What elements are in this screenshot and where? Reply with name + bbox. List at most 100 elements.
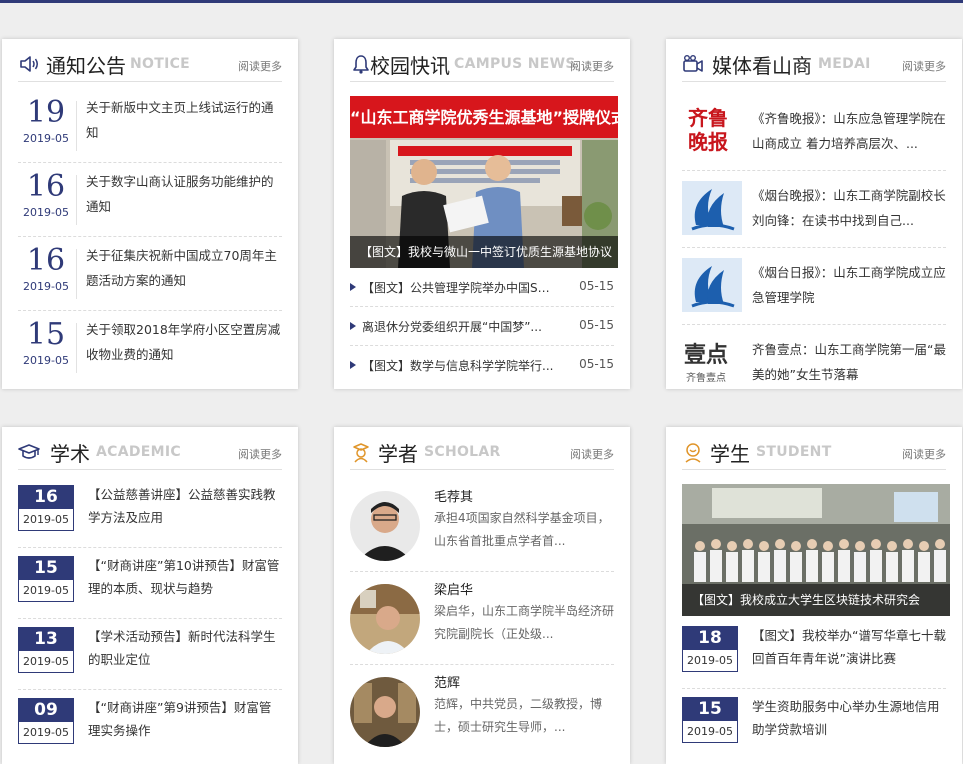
divider xyxy=(76,323,77,373)
scholar-more-link[interactable]: 阅读更多 xyxy=(570,446,614,462)
notice-header: 通知公告 NOTICE 阅读更多 xyxy=(18,49,282,82)
notice-more-link[interactable]: 阅读更多 xyxy=(238,58,282,74)
news-featured-photo[interactable]: “山东工商学院优秀生源基地”授牌仪式 【图文】我校与微山一中签订优质生源基地协议 xyxy=(350,96,618,268)
notice-item[interactable]: 19 2019-05 关于新版中文主页上线试运行的通知 xyxy=(18,89,282,163)
scholar-name[interactable]: 范辉 xyxy=(434,672,460,691)
qilu-evening-logo: 齐鲁晚报 xyxy=(682,104,742,158)
media-list-item[interactable]: 壹点 齐鲁壹点 齐鲁壹点：山东工商学院第一届“最美的她”女生节落幕 xyxy=(682,325,946,389)
avatar[interactable] xyxy=(350,677,420,747)
date-day: 15 xyxy=(683,698,737,721)
media-list-item[interactable]: 齐鲁晚报 《齐鲁晚报》：山东应急管理学院在山商成立 着力培养高层次、... xyxy=(682,94,946,171)
date-day: 15 xyxy=(19,557,73,580)
academic-card: 学术 ACADEMIC 阅读更多 16 2019-05 【公益慈善讲座】公益慈善… xyxy=(2,427,298,764)
news-photo-caption[interactable]: 【图文】我校与微山一中签订优质生源基地协议 xyxy=(350,236,618,268)
academic-link[interactable]: 【“财商讲座”第9讲预告】财富管理实务操作 xyxy=(88,696,282,742)
notice-subtitle: NOTICE xyxy=(130,56,191,72)
date-year-month: 2019-05 xyxy=(23,726,69,739)
news-date: 05-15 xyxy=(579,318,614,332)
academic-list-item[interactable]: 16 2019-05 【公益慈善讲座】公益慈善实践教学方法及应用 xyxy=(18,477,282,548)
bell-icon xyxy=(353,55,369,74)
notice-day: 15 xyxy=(26,317,66,352)
divider xyxy=(76,175,77,225)
scholar-list-item[interactable]: 范辉 范辉，中共党员，二级教授，博士，硕士研究生导师，... xyxy=(350,665,614,758)
bullet-arrow-icon xyxy=(350,283,356,291)
date-day: 16 xyxy=(19,486,73,509)
media-title: 媒体看山商 xyxy=(712,54,812,78)
notice-link[interactable]: 关于新版中文主页上线试运行的通知 xyxy=(86,95,282,145)
student-featured-photo[interactable]: 【图文】我校成立大学生区块链技术研究会 xyxy=(682,484,950,616)
divider xyxy=(76,101,77,151)
academic-list-item[interactable]: 09 2019-05 【“财商讲座”第9讲预告】财富管理实务操作 xyxy=(18,690,282,761)
student-header: 学生 STUDENT 阅读更多 xyxy=(682,437,946,470)
notice-year-month: 2019-05 xyxy=(23,280,69,293)
avatar[interactable] xyxy=(350,584,420,654)
academic-title: 学术 xyxy=(50,442,90,466)
academic-link[interactable]: 【学术活动预告】新时代法科学生的职业定位 xyxy=(88,625,282,671)
notice-item[interactable]: 16 2019-05 关于征集庆祝新中国成立70周年主题活动方案的通知 xyxy=(18,237,282,311)
campus-news-more-link[interactable]: 阅读更多 xyxy=(570,58,614,74)
student-title: 学生 xyxy=(710,442,750,466)
news-list-item[interactable]: 离退休分党委组织开展“中国梦”... 05-15 xyxy=(350,307,614,346)
student-card: 学生 STUDENT 阅读更多 【图文】我校成立大学生区块链技术研究会 18 2… xyxy=(666,427,962,764)
scholar-card: 学者 SCHOLAR 阅读更多 毛荐其 承担4项国家自然科学基金项目，山东省首批… xyxy=(334,427,630,764)
student-link[interactable]: 学生资助服务中心举办生源地信用助学贷款培训 xyxy=(752,695,946,741)
academic-link[interactable]: 【“财商讲座”第10讲预告】财富管理的本质、现状与趋势 xyxy=(88,554,282,600)
student-icon xyxy=(685,443,701,463)
student-subtitle: STUDENT xyxy=(756,444,832,460)
divider xyxy=(76,249,77,299)
scholar-name[interactable]: 梁启华 xyxy=(434,579,473,598)
media-list-item[interactable]: 《烟台晚报》：山东工商学院副校长刘向锋：在读书中找到自己... xyxy=(682,171,946,248)
campus-news-header: 校园快讯 CAMPUS NEWS 阅读更多 xyxy=(350,49,614,82)
avatar[interactable] xyxy=(350,491,420,561)
student-list-item[interactable]: 15 2019-05 学生资助服务中心举办生源地信用助学贷款培训 xyxy=(682,689,946,760)
news-list-item[interactable]: 【图文】数学与信息科学学院举行... 05-15 xyxy=(350,346,614,385)
academic-list-item[interactable]: 15 2019-05 【“财商讲座”第10讲预告】财富管理的本质、现状与趋势 xyxy=(18,548,282,619)
yantai-logo-mark xyxy=(691,189,735,231)
academic-list-item[interactable]: 13 2019-05 【学术活动预告】新时代法科学生的职业定位 xyxy=(18,619,282,690)
notice-link[interactable]: 关于征集庆祝新中国成立70周年主题活动方案的通知 xyxy=(86,243,282,293)
graduation-cap-icon xyxy=(18,444,40,459)
news-link[interactable]: 【图文】公共管理学院举办中国SOS... xyxy=(362,279,558,296)
scholar-name[interactable]: 毛荐其 xyxy=(434,486,473,505)
campus-news-subtitle: CAMPUS NEWS xyxy=(454,56,576,72)
academic-more-link[interactable]: 阅读更多 xyxy=(238,446,282,462)
camera-icon xyxy=(683,55,703,72)
media-subtitle: MEDAI xyxy=(818,56,871,72)
qilu-evening-logo-text: 齐鲁晚报 xyxy=(688,106,728,154)
notice-link[interactable]: 关于数字山商认证服务功能维护的通知 xyxy=(86,169,282,219)
date-day: 18 xyxy=(683,627,737,650)
media-link[interactable]: 《齐鲁晚报》：山东应急管理学院在山商成立 着力培养高层次、... xyxy=(752,106,946,156)
news-link[interactable]: 离退休分党委组织开展“中国梦”... xyxy=(362,318,558,335)
media-list-item[interactable]: 《烟台日报》：山东工商学院成立应急管理学院 xyxy=(682,248,946,325)
student-link[interactable]: 【图文】我校举办“谱写华章七十载 回首百年青年说”演讲比赛 xyxy=(752,624,946,670)
student-list-item[interactable]: 18 2019-05 【图文】我校举办“谱写华章七十载 回首百年青年说”演讲比赛 xyxy=(682,618,946,689)
scholar-list-item[interactable]: 梁启华 梁启华，山东工商学院半岛经济研究院副院长（正处级... xyxy=(350,572,614,665)
media-more-link[interactable]: 阅读更多 xyxy=(902,58,946,74)
media-link[interactable]: 《烟台日报》：山东工商学院成立应急管理学院 xyxy=(752,260,946,310)
media-link[interactable]: 齐鲁壹点：山东工商学院第一届“最美的她”女生节落幕 xyxy=(752,337,946,387)
academic-link[interactable]: 【公益慈善讲座】公益慈善实践教学方法及应用 xyxy=(88,483,282,529)
notice-year-month: 2019-05 xyxy=(23,354,69,367)
news-date: 05-15 xyxy=(579,357,614,371)
media-card: 媒体看山商 MEDAI 阅读更多 齐鲁晚报 《齐鲁晚报》：山东应急管理学院在山商… xyxy=(666,39,962,389)
scholar-title: 学者 xyxy=(378,442,418,466)
scholar-list-item[interactable]: 毛荐其 承担4项国家自然科学基金项目，山东省首批重点学者首... xyxy=(350,479,614,572)
scholar-header: 学者 SCHOLAR 阅读更多 xyxy=(350,437,614,470)
campus-news-card: 校园快讯 CAMPUS NEWS 阅读更多 “山东工商学院优秀生源基地”授牌仪式… xyxy=(334,39,630,389)
speaker-icon xyxy=(20,56,38,72)
media-link[interactable]: 《烟台晚报》：山东工商学院副校长刘向锋：在读书中找到自己... xyxy=(752,183,946,233)
avatar-photo xyxy=(350,677,420,747)
date-badge: 16 2019-05 xyxy=(18,485,74,531)
yantai-daily-logo xyxy=(682,258,742,312)
news-list-item[interactable]: 【图文】公共管理学院举办中国SOS... 05-15 xyxy=(350,268,614,307)
student-photo-caption[interactable]: 【图文】我校成立大学生区块链技术研究会 xyxy=(682,584,950,616)
notice-item[interactable]: 16 2019-05 关于数字山商认证服务功能维护的通知 xyxy=(18,163,282,237)
notice-item[interactable]: 15 2019-05 关于领取2018年学府小区空置房减收物业费的通知 xyxy=(18,311,282,385)
student-more-link[interactable]: 阅读更多 xyxy=(902,446,946,462)
notice-day: 16 xyxy=(26,169,66,204)
scholar-subtitle: SCHOLAR xyxy=(424,444,501,460)
notice-link[interactable]: 关于领取2018年学府小区空置房减收物业费的通知 xyxy=(86,317,282,367)
news-date: 05-15 xyxy=(579,279,614,293)
notice-year-month: 2019-05 xyxy=(23,132,69,145)
news-link[interactable]: 【图文】数学与信息科学学院举行... xyxy=(362,357,558,374)
